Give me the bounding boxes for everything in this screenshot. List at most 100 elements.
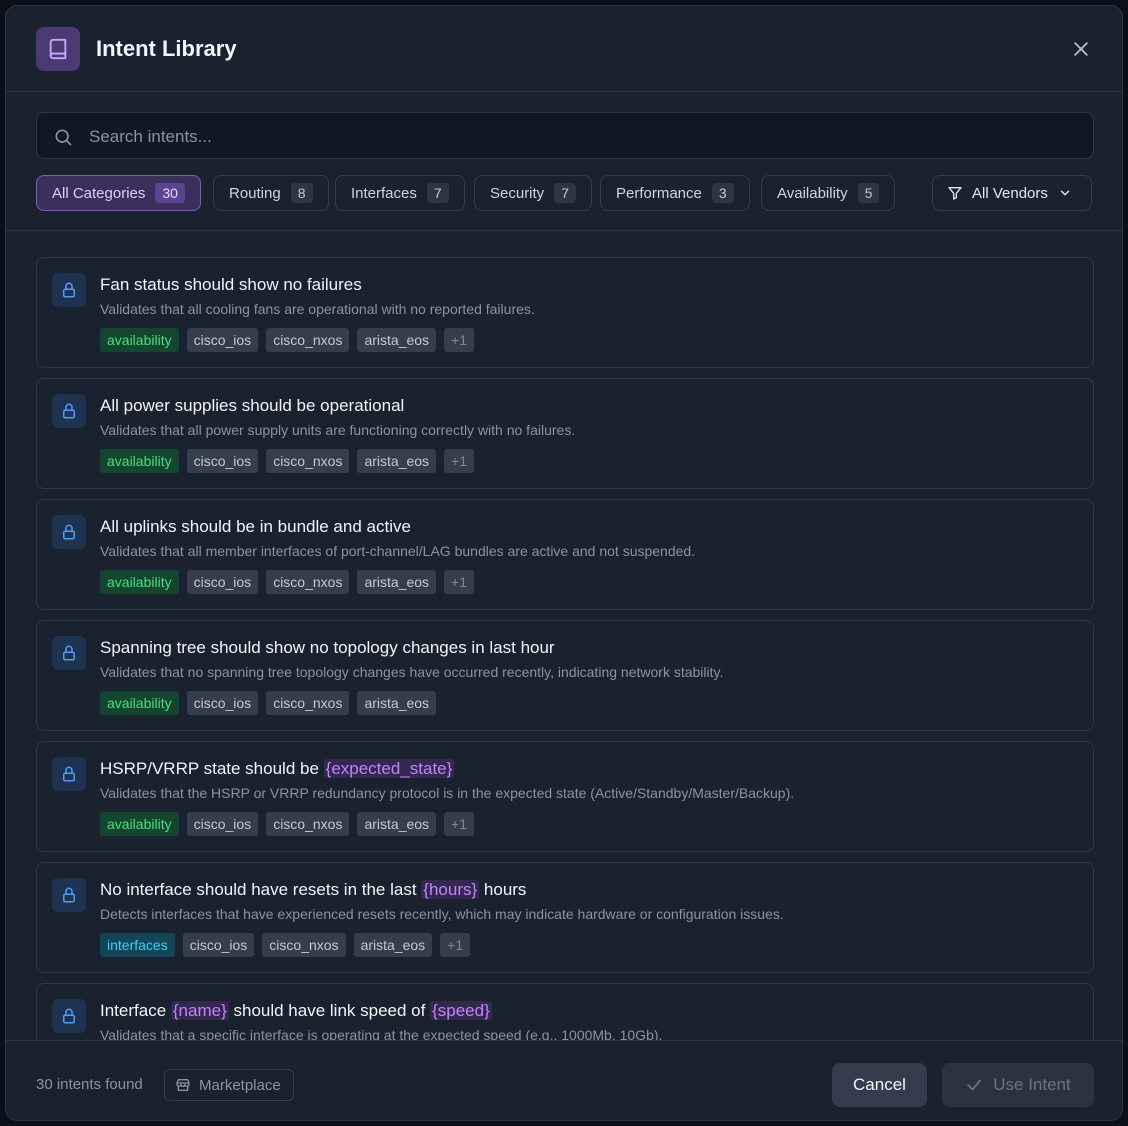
intent-title: Interface {name} should have link speed … [100,1001,492,1021]
chevron-down-icon [1058,186,1072,200]
intent-title-text: should have link speed of [228,1001,431,1020]
intent-variable: {speed} [430,1001,492,1020]
vendor-tag: arista_eos [357,449,437,473]
vendor-tag: cisco_ios [182,933,255,957]
vendor-tag: cisco_nxos [266,328,350,352]
intent-description: Validates that all cooling fans are oper… [100,301,535,317]
intent-library-dialog: Intent Library All Categories 30 Routing 8 I… [5,5,1123,1121]
vendor-tag: cisco_nxos [266,812,350,836]
vendor-tag: arista_eos [353,933,433,957]
more-vendors-tag: +1 [444,328,475,352]
close-icon[interactable] [1068,36,1094,62]
intent-title-text: Interface [100,1001,171,1020]
category-chip-all-categories[interactable]: All Categories 30 [36,175,201,211]
more-vendors-tag: +1 [444,570,475,594]
category-chip-performance[interactable]: Performance 3 [600,175,750,211]
vendor-tag: cisco_ios [186,812,259,836]
intent-description: Detects interfaces that have experienced… [100,906,784,922]
vendor-tag: cisco_nxos [266,570,350,594]
intent-description: Validates that a specific interface is o… [100,1027,663,1040]
use-intent-button[interactable]: Use Intent [942,1063,1094,1107]
vendor-tag: cisco_ios [186,328,259,352]
category-chip-security[interactable]: Security 7 [474,175,592,211]
intent-title: All power supplies should be operational [100,396,404,416]
category-chip-label: Routing [229,184,281,202]
dialog-title: Intent Library [96,36,237,61]
intent-card[interactable]: Fan status should show no failures Valida… [36,257,1094,368]
filter-icon [947,185,963,201]
category-chip-availability[interactable]: Availability 5 [761,175,896,211]
intent-title-text: Spanning tree should show no topology ch… [100,638,555,657]
lock-icon [52,515,86,549]
book-icon [36,27,80,71]
dialog-header: Intent Library [6,6,1122,92]
intent-card[interactable]: Spanning tree should show no topology ch… [36,620,1094,731]
intent-description: Validates that the HSRP or VRRP redundan… [100,785,795,801]
intent-card[interactable]: HSRP/VRRP state should be {expected_stat… [36,741,1094,852]
intent-list[interactable]: Fan status should show no failures Valida… [6,231,1122,1040]
cancel-button[interactable]: Cancel [832,1063,927,1107]
vendor-filter-dropdown[interactable]: All Vendors [932,175,1092,211]
intent-card[interactable]: Interface {name} should have link speed … [36,983,1094,1040]
vendor-tag: cisco_nxos [266,449,350,473]
category-tag: availability [100,812,179,836]
category-tag: availability [100,570,179,594]
search-box [36,112,1094,160]
category-tag: availability [100,691,179,715]
category-chip-count: 3 [711,183,734,203]
category-tag: availability [100,328,179,352]
category-chip-label: Availability [777,184,848,202]
search-input[interactable] [87,113,1081,160]
intent-variable: {expected_state} [323,759,455,778]
category-tag: availability [100,449,179,473]
intent-card[interactable]: All power supplies should be operational… [36,378,1094,489]
vendor-tag: arista_eos [357,691,437,715]
intent-tags: interfaces cisco_ios cisco_nxos arista_eos +… [100,933,471,957]
category-chip-label: Performance [616,184,702,202]
intent-card[interactable]: No interface should have resets in the l… [36,862,1094,973]
dialog-footer: 30 intents found Marketplace Cancel Use … [6,1040,1122,1120]
intent-variable: {name} [170,1001,229,1020]
lock-icon [52,999,86,1033]
category-chip-label: All Categories [52,184,146,202]
intent-title-text: No interface should have resets in the l… [100,880,422,899]
use-intent-label: Use Intent [993,1075,1071,1094]
lock-icon [52,878,86,912]
intent-title-text: hours [479,880,527,899]
category-chip-routing[interactable]: Routing 8 [213,175,329,211]
intent-card[interactable]: All uplinks should be in bundle and acti… [36,499,1094,610]
results-count: 30 intents found [36,1076,143,1093]
intent-title-text: All power supplies should be operational [100,396,405,415]
intent-tags: availability cisco_ios cisco_nxos arista_eo… [100,570,475,594]
lock-icon [52,757,86,791]
vendor-tag: cisco_ios [186,691,259,715]
vendor-tag: cisco_ios [186,449,259,473]
lock-icon [52,636,86,670]
category-chip-label: Interfaces [351,184,417,202]
store-icon [175,1077,191,1093]
category-chip-count: 30 [155,183,185,203]
intent-title-text: Fan status should show no failures [100,275,362,294]
category-chip-label: Security [490,184,545,202]
vendor-tag: cisco_nxos [266,691,350,715]
category-chip-count: 8 [290,183,313,203]
intent-title: HSRP/VRRP state should be {expected_stat… [100,759,455,779]
intent-tags: availability cisco_ios cisco_nxos arista_eo… [100,691,437,715]
vendor-tag: arista_eos [357,328,437,352]
intent-description: Validates that all member interfaces of … [100,543,696,559]
more-vendors-tag: +1 [440,933,471,957]
intent-tags: availability cisco_ios cisco_nxos arista_eo… [100,328,475,352]
more-vendors-tag: +1 [444,449,475,473]
category-chip-count: 7 [554,183,576,203]
vendor-tag: arista_eos [357,812,437,836]
intent-tags: availability cisco_ios cisco_nxos arista_eo… [100,449,475,473]
vendor-tag: cisco_nxos [262,933,346,957]
category-chip-interfaces[interactable]: Interfaces 7 [335,175,465,211]
intent-title: Spanning tree should show no topology ch… [100,638,555,658]
marketplace-button[interactable]: Marketplace [164,1069,294,1101]
intent-tags: availability cisco_ios cisco_nxos arista_eo… [100,812,475,836]
filter-controls: All Categories30Routing8Interfaces7Secur… [6,92,1122,231]
intent-description: Validates that all power supply units ar… [100,422,576,438]
lock-icon [52,394,86,428]
more-vendors-tag: +1 [444,812,475,836]
